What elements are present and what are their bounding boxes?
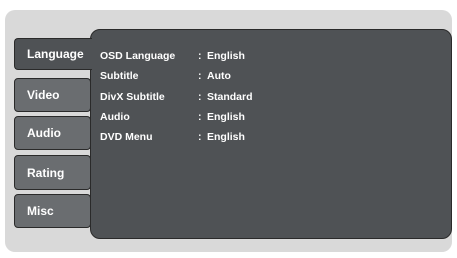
setting-value: English [207, 50, 245, 62]
setting-separator: : [198, 111, 202, 123]
tab-audio-label: Audio [27, 126, 61, 140]
setting-label: DivX Subtitle [100, 91, 165, 103]
setting-row-dvd-menu[interactable]: DVD Menu : English [100, 130, 440, 144]
tab-video[interactable]: Video [14, 78, 91, 112]
setting-separator: : [198, 91, 202, 103]
setting-label: Audio [100, 111, 130, 123]
tab-language[interactable]: Language [14, 38, 92, 70]
tab-language-label: Language [27, 47, 84, 61]
setting-value: English [207, 131, 245, 143]
tab-rating[interactable]: Rating [14, 155, 91, 190]
tab-video-label: Video [27, 88, 60, 102]
tab-misc-label: Misc [27, 204, 54, 218]
setting-row-subtitle[interactable]: Subtitle : Auto [100, 69, 440, 83]
tab-audio[interactable]: Audio [14, 116, 91, 150]
setting-row-audio[interactable]: Audio : English [100, 110, 440, 124]
setting-row-osd-language[interactable]: OSD Language : English [100, 49, 440, 63]
setting-value: Standard [207, 91, 253, 103]
setting-separator: : [198, 131, 202, 143]
setting-label: DVD Menu [100, 131, 153, 143]
setting-value: Auto [207, 70, 231, 82]
settings-panel: OSD Language : English Subtitle : Auto D… [90, 29, 452, 239]
tab-misc[interactable]: Misc [14, 194, 91, 228]
setting-value: English [207, 111, 245, 123]
tab-rating-label: Rating [27, 165, 65, 180]
setting-label: OSD Language [100, 50, 176, 62]
setting-separator: : [198, 70, 202, 82]
setting-separator: : [198, 50, 202, 62]
setting-label: Subtitle [100, 70, 139, 82]
setting-row-divx-subtitle[interactable]: DivX Subtitle : Standard [100, 90, 440, 104]
